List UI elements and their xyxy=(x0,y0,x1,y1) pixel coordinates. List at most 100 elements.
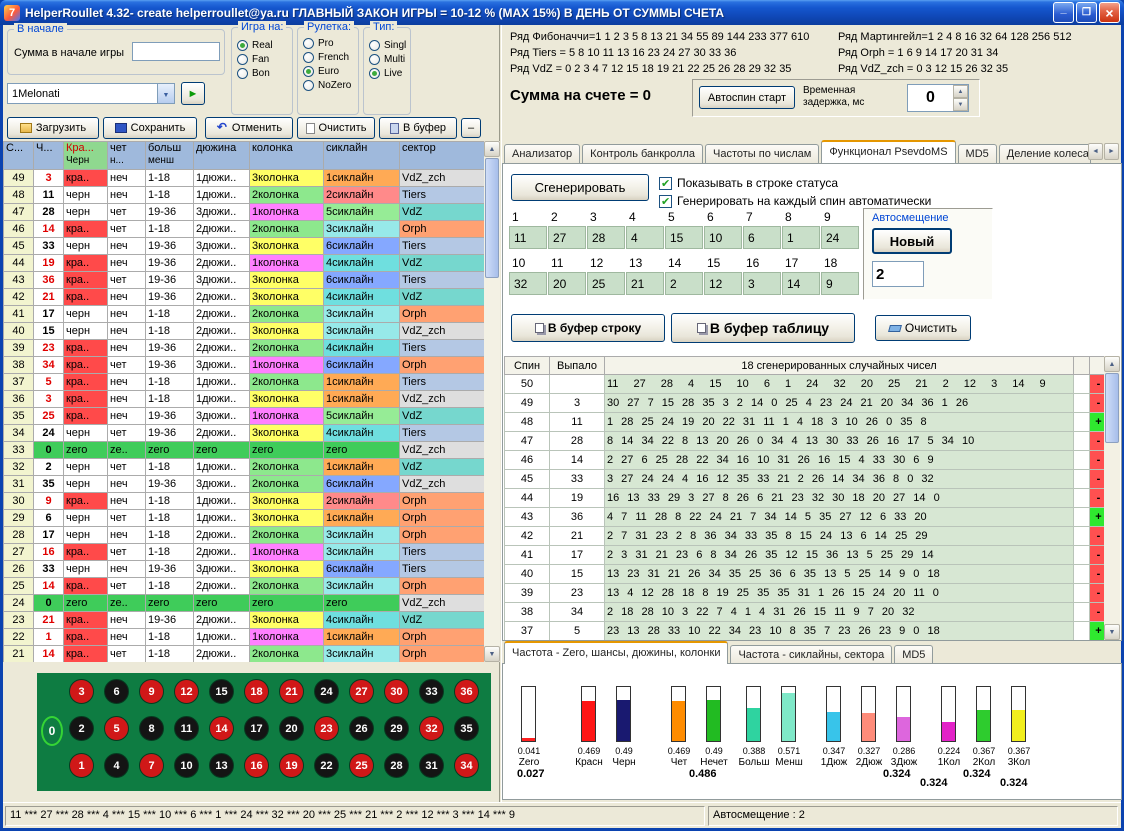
board-number-33[interactable]: 33 xyxy=(419,679,444,704)
gen-row[interactable]: 43364 7 11 28 8 22 24 21 7 34 14 5 35 27… xyxy=(505,508,1108,527)
history-scrollbar-thumb[interactable] xyxy=(485,158,499,278)
history-row[interactable]: 322чернчет1-181дюжи..2колонка1сиклайнVdZ xyxy=(4,459,485,476)
scroll-down-icon[interactable]: ▼ xyxy=(1104,624,1120,640)
history-row[interactable]: 3834кра..чет19-363дюжи..1колонка6сиклайн… xyxy=(4,357,485,374)
checkbox-show-in-status[interactable]: Показывать в строке статуса xyxy=(659,176,838,190)
gen-row[interactable]: 401513 23 31 21 26 34 35 25 36 6 35 13 5… xyxy=(505,565,1108,584)
history-row[interactable]: 3424чернчет19-362дюжи..3колонка4сиклайнT… xyxy=(4,425,485,442)
board-number-14[interactable]: 14 xyxy=(209,716,234,741)
board-number-3[interactable]: 3 xyxy=(69,679,94,704)
history-row[interactable]: 309кра..неч1-181дюжи..3колонка2сиклайнOr… xyxy=(4,493,485,510)
close-button[interactable] xyxy=(1099,2,1120,23)
load-button[interactable]: Загрузить xyxy=(7,117,99,139)
board-number-17[interactable]: 17 xyxy=(244,716,269,741)
board-number-5[interactable]: 5 xyxy=(104,716,129,741)
gen-row[interactable]: 37523 13 28 33 10 22 34 23 10 8 35 7 23 … xyxy=(505,622,1108,641)
history-row[interactable]: 221кра..неч1-181дюжи..1колонка1сиклайнOr… xyxy=(4,629,485,646)
history-row[interactable]: 2716кра..чет1-182дюжи..1колонка3сиклайнT… xyxy=(4,544,485,561)
gen-row[interactable]: 392313 4 12 28 18 8 19 25 35 35 31 1 26 … xyxy=(505,584,1108,603)
delay-spinner[interactable]: 0 ▲ ▼ xyxy=(907,84,969,112)
tab-freq-0[interactable]: Частота - Zero, шансы, дюжины, колонки xyxy=(504,641,728,664)
tab-scroll-left-icon[interactable]: ◄ xyxy=(1088,143,1103,160)
save-button[interactable]: Сохранить xyxy=(103,117,197,139)
radio-type-live[interactable]: Live xyxy=(369,68,407,79)
play-button[interactable] xyxy=(181,82,205,105)
board-number-9[interactable]: 9 xyxy=(139,679,164,704)
gen-row[interactable]: 5011 27 28 4 15 10 6 1 24 32 20 25 21 2 … xyxy=(505,375,1108,394)
radio-game-real[interactable]: Real xyxy=(237,40,289,51)
board-number-15[interactable]: 15 xyxy=(209,679,234,704)
radio-wheel-euro[interactable]: Euro xyxy=(303,66,355,77)
board-number-0[interactable]: 0 xyxy=(41,716,63,746)
tab-main-3[interactable]: Функционал PsevdoMS xyxy=(821,140,955,163)
board-number-11[interactable]: 11 xyxy=(174,716,199,741)
gen-row[interactable]: 46142 27 6 25 28 22 34 16 10 31 26 16 15… xyxy=(505,451,1108,470)
title-bar[interactable]: HelperRoullet 4.32- create helperroullet… xyxy=(0,0,1124,25)
history-row[interactable]: 2633черннеч19-363дюжи..3колонка6сиклайнT… xyxy=(4,561,485,578)
history-row[interactable]: 4221кра..неч19-362дюжи..3колонка4сиклайн… xyxy=(4,289,485,306)
profile-select[interactable]: 1Melonati xyxy=(7,83,175,104)
history-row[interactable]: 4614кра..чет1-182дюжи..2колонка3сиклайнO… xyxy=(4,221,485,238)
start-sum-input[interactable] xyxy=(132,42,220,61)
scroll-up-icon[interactable]: ▲ xyxy=(1104,356,1120,372)
history-row[interactable]: 4533черннеч19-363дюжи..3колонка6сиклайнT… xyxy=(4,238,485,255)
tab-main-0[interactable]: Анализатор xyxy=(504,144,580,163)
gen-row[interactable]: 441916 13 33 29 3 27 8 26 6 21 23 32 30 … xyxy=(505,489,1108,508)
tab-main-1[interactable]: Контроль банкролла xyxy=(582,144,703,163)
tab-scroll-right-icon[interactable]: ► xyxy=(1104,143,1119,160)
clear-button[interactable]: Очистить xyxy=(297,117,375,139)
checkbox-checked-icon[interactable] xyxy=(659,177,672,190)
history-row[interactable]: 3525кра..неч19-363дюжи..1колонка5сиклайн… xyxy=(4,408,485,425)
board-number-16[interactable]: 16 xyxy=(244,753,269,778)
board-number-4[interactable]: 4 xyxy=(104,753,129,778)
autoshift-input[interactable] xyxy=(872,261,924,287)
board-number-1[interactable]: 1 xyxy=(69,753,94,778)
history-row[interactable]: 375кра..неч1-181дюжи..2колонка1сиклайнTi… xyxy=(4,374,485,391)
board-number-30[interactable]: 30 xyxy=(384,679,409,704)
board-number-20[interactable]: 20 xyxy=(279,716,304,741)
gen-row[interactable]: 47288 14 34 22 8 13 20 26 0 34 4 13 30 3… xyxy=(505,432,1108,451)
tab-main-2[interactable]: Частоты по числам xyxy=(705,144,819,163)
board-number-24[interactable]: 24 xyxy=(314,679,339,704)
autospin-start-button[interactable]: Автоспин старт xyxy=(699,86,795,109)
copy-row-button[interactable]: В буфер строку xyxy=(511,314,665,342)
board-number-7[interactable]: 7 xyxy=(139,753,164,778)
board-number-27[interactable]: 27 xyxy=(349,679,374,704)
history-row[interactable]: 3135черннеч19-363дюжи..2колонка6сиклайнV… xyxy=(4,476,485,493)
gen-row[interactable]: 38342 18 28 10 3 22 7 4 1 4 31 26 15 11 … xyxy=(505,603,1108,622)
gen-row[interactable]: 48111 28 25 24 19 20 22 31 11 1 4 18 3 1… xyxy=(505,413,1108,432)
board-number-26[interactable]: 26 xyxy=(349,716,374,741)
history-scrollbar[interactable]: ▲ ▼ xyxy=(484,141,500,662)
gen-row[interactable]: 42212 7 31 23 2 8 36 34 33 35 8 15 24 13… xyxy=(505,527,1108,546)
gen-row[interactable]: 45333 27 24 24 4 16 12 35 33 21 2 26 14 … xyxy=(505,470,1108,489)
board-number-29[interactable]: 29 xyxy=(384,716,409,741)
board-number-35[interactable]: 35 xyxy=(454,716,479,741)
board-number-2[interactable]: 2 xyxy=(69,716,94,741)
board-number-22[interactable]: 22 xyxy=(314,753,339,778)
board-number-12[interactable]: 12 xyxy=(174,679,199,704)
copy-table-button[interactable]: В буфер таблицу xyxy=(671,313,855,343)
history-row[interactable]: 4728чернчет19-363дюжи..1колонка5сиклайнV… xyxy=(4,204,485,221)
radio-game-fan[interactable]: Fan xyxy=(237,54,289,65)
generate-button[interactable]: Сгенерировать xyxy=(511,174,649,201)
board-number-21[interactable]: 21 xyxy=(279,679,304,704)
scroll-down-icon[interactable]: ▼ xyxy=(484,646,500,662)
tab-freq-1[interactable]: Частота - сиклайны, сектора xyxy=(730,645,892,664)
history-row[interactable]: 4015черннеч1-182дюжи..3колонка3сиклайнVd… xyxy=(4,323,485,340)
board-number-31[interactable]: 31 xyxy=(419,753,444,778)
spinner-up-icon[interactable]: ▲ xyxy=(953,85,968,98)
radio-wheel-french[interactable]: French xyxy=(303,52,355,63)
scroll-up-icon[interactable]: ▲ xyxy=(484,141,500,157)
history-row[interactable]: 2114кра..чет1-182дюжи..2колонка3сиклайнO… xyxy=(4,646,485,663)
maximize-button[interactable] xyxy=(1076,2,1097,23)
minimize-button[interactable] xyxy=(1053,2,1074,23)
generated-table-scrollbar[interactable]: ▲ ▼ xyxy=(1104,356,1120,640)
collapse-button[interactable]: – xyxy=(461,118,481,138)
radio-game-bon[interactable]: Bon xyxy=(237,68,289,79)
undo-button[interactable]: Отменить xyxy=(205,117,293,139)
board-number-34[interactable]: 34 xyxy=(454,753,479,778)
board-number-25[interactable]: 25 xyxy=(349,753,374,778)
board-number-18[interactable]: 18 xyxy=(244,679,269,704)
history-row[interactable]: 4336кра..чет19-363дюжи..3колонка6сиклайн… xyxy=(4,272,485,289)
history-row[interactable]: 240zeroze..zerozerozerozeroVdZ_zch xyxy=(4,595,485,612)
